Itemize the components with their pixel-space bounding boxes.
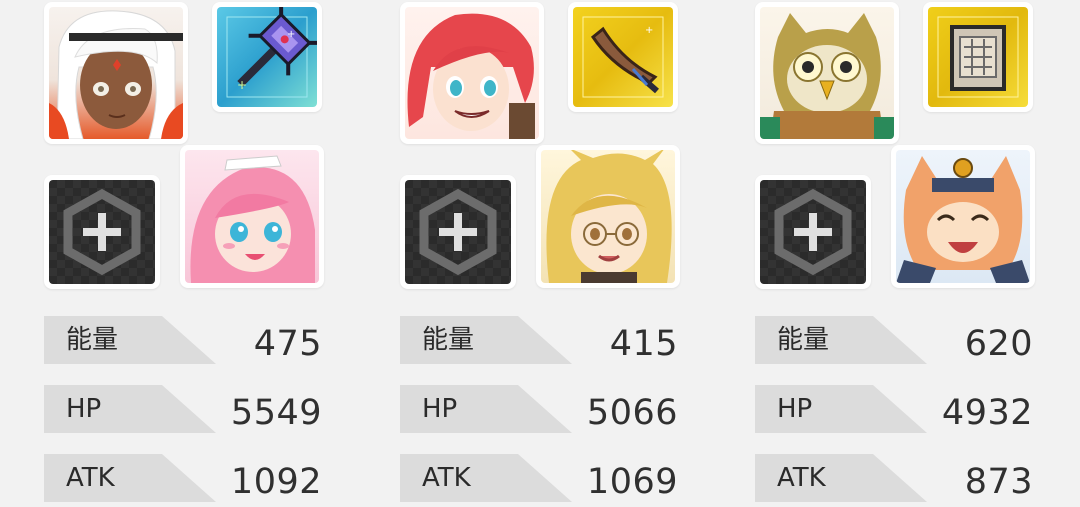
stat-row-hp: HP 5066 — [400, 385, 690, 433]
stat-value: 4932 — [941, 393, 1033, 433]
stat-value: 5549 — [230, 393, 322, 433]
stat-row-atk: ATK 1092 — [44, 454, 334, 502]
weapon-slot[interactable]: + — [568, 2, 678, 112]
stat-row-hp: HP 5549 — [44, 385, 334, 433]
svg-text:+: + — [287, 29, 295, 40]
plus-hex-icon — [63, 188, 141, 276]
stat-value: 5066 — [586, 393, 678, 433]
hero-slot[interactable] — [400, 2, 544, 144]
grid-tome-icon — [937, 16, 1019, 98]
hero-portrait-icon — [49, 10, 183, 139]
weapon-slot[interactable]: + + — [212, 2, 322, 112]
support-slot[interactable] — [536, 145, 680, 288]
hero-slot[interactable] — [44, 2, 188, 144]
plus-hex-icon — [774, 188, 852, 276]
stat-value: 620 — [964, 324, 1033, 364]
support-portrait-icon — [896, 156, 1030, 283]
stat-value: 1069 — [586, 462, 678, 502]
add-member-slot[interactable] — [755, 175, 871, 289]
stat-value: 1092 — [230, 462, 322, 502]
hero-portrait-icon — [407, 13, 535, 139]
support-portrait-icon — [546, 150, 672, 283]
hero-slot[interactable] — [755, 2, 899, 144]
stat-label: HP — [44, 385, 216, 433]
stat-label: ATK — [44, 454, 216, 502]
stat-row-energy: 能量 415 — [400, 316, 690, 364]
stat-row-hp: HP 4932 — [755, 385, 1045, 433]
stat-value: 873 — [964, 462, 1033, 502]
plus-hex-icon — [419, 188, 497, 276]
svg-text:+: + — [645, 25, 653, 36]
curved-blade-icon: + — [582, 16, 664, 98]
stat-label: 能量 — [755, 316, 927, 364]
add-member-slot[interactable] — [44, 175, 160, 289]
crystal-spiked-mace-icon: + + — [226, 7, 317, 98]
team-column-1: + + 能量 475 HP 5549 ATK 1092 — [44, 0, 334, 507]
add-member-slot[interactable] — [400, 175, 516, 289]
stat-row-energy: 能量 475 — [44, 316, 334, 364]
stat-label: 能量 — [44, 316, 216, 364]
support-portrait-icon — [190, 155, 315, 283]
svg-text:+: + — [237, 78, 247, 92]
support-slot[interactable] — [891, 145, 1035, 288]
stat-label: 能量 — [400, 316, 572, 364]
stat-value: 415 — [609, 324, 678, 364]
hero-portrait-icon — [760, 13, 894, 139]
stat-label: ATK — [755, 454, 927, 502]
stat-row-energy: 能量 620 — [755, 316, 1045, 364]
stat-value: 475 — [253, 324, 322, 364]
stat-label: HP — [400, 385, 572, 433]
stat-label: ATK — [400, 454, 572, 502]
stat-label: HP — [755, 385, 927, 433]
support-slot[interactable] — [180, 145, 324, 288]
team-column-3: 能量 620 HP 4932 ATK 873 — [755, 0, 1045, 507]
team-column-2: + 能量 415 HP 5066 ATK 1069 — [400, 0, 690, 507]
stat-row-atk: ATK 873 — [755, 454, 1045, 502]
weapon-slot[interactable] — [923, 2, 1033, 112]
stat-row-atk: ATK 1069 — [400, 454, 690, 502]
